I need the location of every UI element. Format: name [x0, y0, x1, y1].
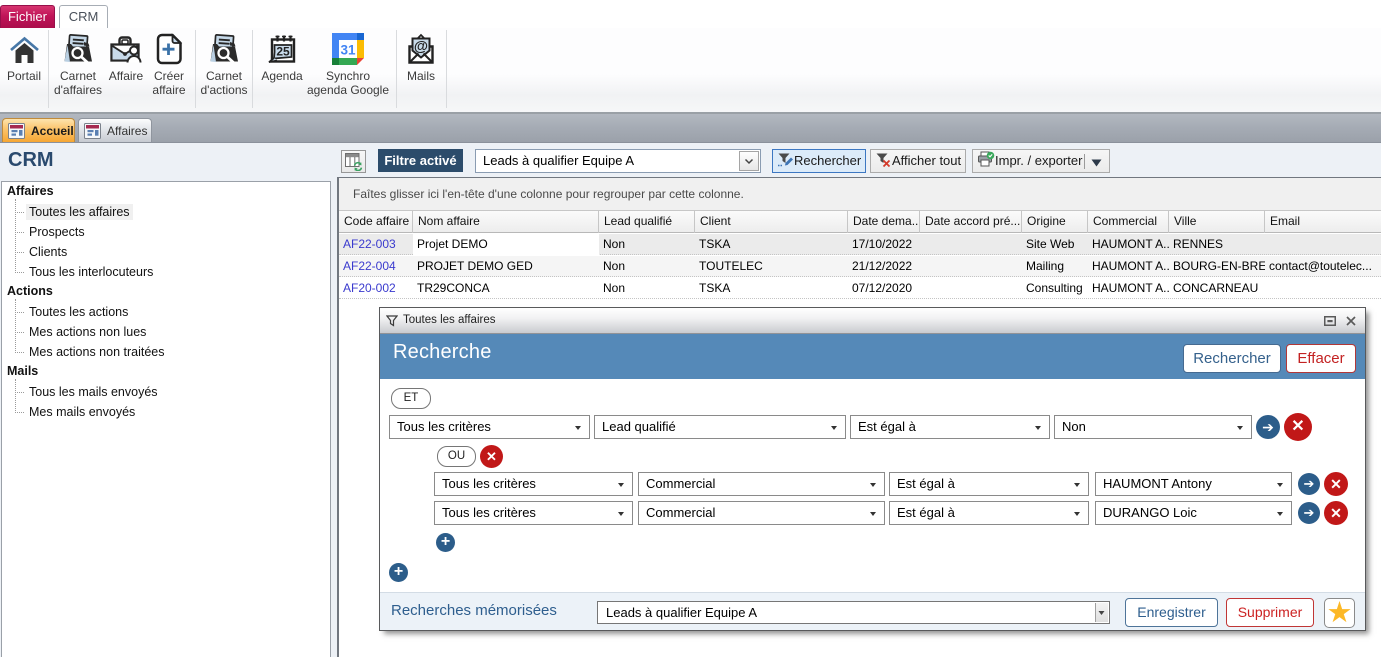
svg-text:@: @: [414, 39, 428, 55]
svg-text:25: 25: [276, 45, 290, 59]
svg-text:31: 31: [340, 43, 356, 58]
